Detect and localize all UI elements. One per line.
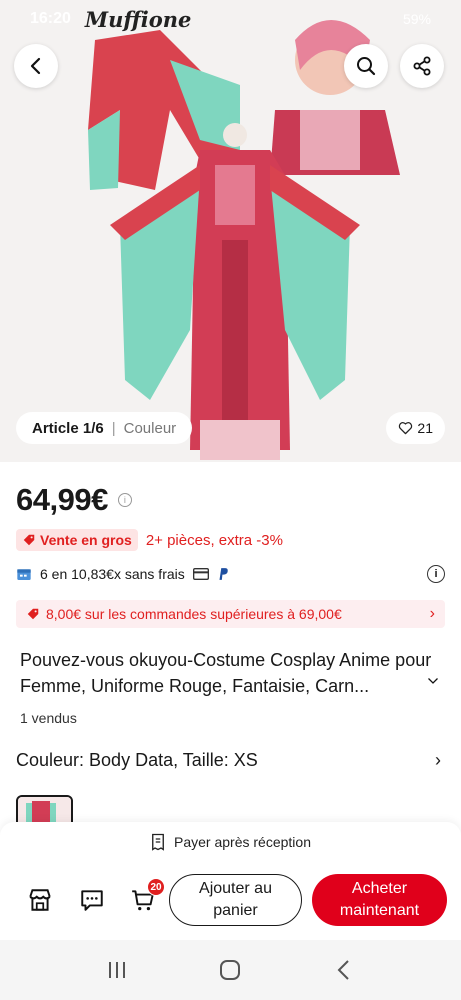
cart-count-badge: 20 bbox=[147, 878, 165, 896]
article-color-label: Couleur bbox=[123, 419, 177, 437]
promo-row[interactable]: Vente en gros 2+ pièces, extra -3% bbox=[16, 529, 283, 551]
chevron-right-icon: › bbox=[435, 750, 441, 770]
article-count: Article 1/6 bbox=[32, 419, 104, 437]
chevron-right-icon: › bbox=[429, 605, 435, 622]
coupon-tag-icon bbox=[27, 608, 39, 620]
pay-later-row: Payer après réception bbox=[0, 833, 461, 851]
battery-text: 59% bbox=[402, 11, 431, 27]
product-image-gallery[interactable]: 16:20 Muffione 59% Article 1/6 | Couleur… bbox=[0, 0, 461, 462]
back-nav-icon bbox=[337, 960, 349, 980]
cart-button[interactable]: 20 bbox=[129, 878, 165, 914]
promo-badge: Vente en gros bbox=[16, 529, 138, 551]
system-navigation-bar bbox=[0, 940, 461, 1000]
heart-icon bbox=[399, 422, 413, 435]
promo-badge-label: Vente en gros bbox=[40, 532, 132, 548]
pay-later-text: Payer après réception bbox=[174, 834, 311, 850]
tag-icon bbox=[23, 534, 35, 546]
back-nav-button[interactable] bbox=[330, 956, 358, 984]
store-button[interactable] bbox=[26, 886, 54, 914]
product-title[interactable]: Pouvez-vous okuyou-Costume Cosplay Anime… bbox=[20, 647, 437, 699]
paypal-icon bbox=[219, 568, 228, 580]
installment-info-icon[interactable]: i bbox=[427, 565, 445, 583]
pill-divider: | bbox=[111, 419, 116, 437]
buy-now-button[interactable]: Acheter maintenant bbox=[312, 874, 447, 926]
recent-apps-button[interactable] bbox=[103, 956, 131, 984]
chat-icon bbox=[81, 890, 103, 911]
receipt-icon bbox=[152, 833, 164, 851]
home-icon bbox=[220, 960, 241, 980]
promo-text: 2+ pièces, extra -3% bbox=[145, 531, 283, 549]
home-button[interactable] bbox=[216, 956, 244, 984]
buy-now-label: Acheter maintenant bbox=[339, 880, 420, 919]
coupon-text: 8,00€ sur les commandes supérieures à 69… bbox=[46, 606, 342, 622]
status-bar: 16:20 Muffione 59% bbox=[0, 0, 461, 38]
like-count: 21 bbox=[417, 420, 433, 436]
status-time: 16:20 bbox=[30, 10, 71, 27]
add-to-cart-button[interactable]: Ajouter au panier bbox=[169, 874, 302, 926]
sold-count: 1 vendus bbox=[20, 710, 77, 726]
wishlist-button[interactable]: 21 bbox=[386, 412, 445, 444]
add-to-cart-label: Ajouter au panier bbox=[199, 880, 272, 919]
installment-text: 6 en 10,83€x sans frais bbox=[40, 566, 185, 582]
variant-text: Couleur: Body Data, Taille: XS bbox=[16, 750, 258, 770]
installment-row[interactable]: 6 en 10,83€x sans frais i bbox=[16, 562, 445, 586]
calendar-icon bbox=[17, 569, 31, 580]
store-icon bbox=[29, 889, 51, 911]
card-icon bbox=[192, 568, 209, 580]
coupon-bar[interactable]: 8,00€ sur les commandes supérieures à 69… bbox=[16, 600, 445, 628]
price-info-icon[interactable]: i bbox=[117, 493, 132, 507]
variant-selector[interactable]: Couleur: Body Data, Taille: XS › bbox=[16, 750, 441, 771]
action-row: 20 Ajouter au panier Acheter maintenant bbox=[0, 874, 461, 926]
purchase-bar: Payer après réception 20 Ajouter au pani… bbox=[0, 822, 461, 940]
search-icon bbox=[357, 57, 376, 76]
share-icon bbox=[413, 56, 431, 76]
price-row: 64,99€ i bbox=[16, 482, 132, 518]
chevron-down-icon[interactable] bbox=[427, 676, 439, 686]
brand-watermark: Muffione bbox=[84, 6, 192, 32]
image-counter[interactable]: Article 1/6 | Couleur bbox=[16, 412, 193, 444]
chevron-left-icon bbox=[30, 57, 41, 75]
share-button[interactable] bbox=[400, 44, 444, 88]
product-image bbox=[0, 0, 461, 462]
status-indicators: 59% bbox=[403, 11, 431, 27]
back-button[interactable] bbox=[14, 44, 58, 88]
product-price: 64,99€ bbox=[16, 482, 108, 517]
recent-apps-icon bbox=[108, 962, 125, 978]
search-button[interactable] bbox=[344, 44, 388, 88]
chat-button[interactable] bbox=[78, 886, 106, 914]
